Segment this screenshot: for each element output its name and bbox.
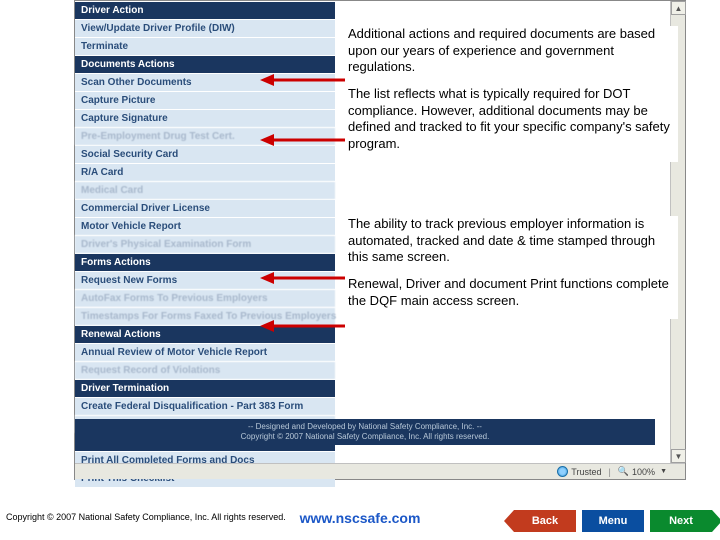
page-url: www.nscsafe.com — [300, 510, 421, 526]
menu-item[interactable]: Medical Card — [75, 181, 335, 199]
status-trusted: Trusted — [571, 467, 601, 477]
callout-box-2: The ability to track previous employer i… — [348, 216, 678, 319]
menu-item[interactable]: Motor Vehicle Report — [75, 217, 335, 235]
callout-p1: Additional actions and required document… — [348, 26, 674, 76]
back-label: Back — [532, 515, 558, 527]
callout-p4: Renewal, Driver and document Print funct… — [348, 276, 674, 309]
menu-header: Driver Termination — [75, 379, 335, 397]
menu-item[interactable]: Annual Review of Motor Vehicle Report — [75, 343, 335, 361]
back-button[interactable]: Back — [514, 510, 576, 532]
page-copyright: Copyright © 2007 National Safety Complia… — [6, 512, 286, 522]
menu-label: Menu — [599, 515, 628, 527]
globe-icon — [557, 466, 568, 477]
callout-p2: The list reflects what is typically requ… — [348, 86, 674, 153]
menu-item[interactable]: Request Record of Violations — [75, 361, 335, 379]
menu-header: Driver Action — [75, 1, 335, 19]
menu-item[interactable]: Driver's Physical Examination Form — [75, 235, 335, 253]
menu-header: Documents Actions — [75, 55, 335, 73]
menu-item[interactable]: Create Federal Disqualification - Part 3… — [75, 397, 335, 415]
status-bar: Trusted | 🔍 100% ▼ — [75, 463, 685, 479]
footer-line-2: Copyright © 2007 National Safety Complia… — [75, 432, 655, 442]
callout-box-1: Additional actions and required document… — [348, 26, 678, 162]
menu-item[interactable]: AutoFax Forms To Previous Employers — [75, 289, 335, 307]
app-footer-credit: -- Designed and Developed by National Sa… — [75, 419, 655, 445]
footer-line-1: -- Designed and Developed by National Sa… — [75, 422, 655, 432]
scroll-up-icon[interactable]: ▲ — [671, 1, 686, 15]
status-zoom-group: Trusted | 🔍 100% ▼ — [557, 466, 667, 477]
status-separator: | — [608, 467, 610, 477]
menu-header: Forms Actions — [75, 253, 335, 271]
menu-item[interactable]: Terminate — [75, 37, 335, 55]
menu-item[interactable]: Social Security Card — [75, 145, 335, 163]
chevron-down-icon[interactable]: ▼ — [660, 468, 667, 475]
menu-item[interactable]: Scan Other Documents — [75, 73, 335, 91]
next-button[interactable]: Next — [650, 510, 712, 532]
menu-item[interactable]: Commercial Driver License — [75, 199, 335, 217]
action-menu: Driver ActionView/Update Driver Profile … — [75, 1, 335, 487]
menu-item[interactable]: Pre-Employment Drug Test Cert. — [75, 127, 335, 145]
menu-item[interactable]: Timestamps For Forms Faxed To Previous E… — [75, 307, 335, 325]
scroll-down-icon[interactable]: ▼ — [671, 449, 686, 463]
next-label: Next — [669, 515, 693, 527]
menu-item[interactable]: R/A Card — [75, 163, 335, 181]
status-zoom-level: 100% — [632, 467, 655, 477]
menu-item[interactable]: Capture Signature — [75, 109, 335, 127]
menu-item[interactable]: Request New Forms — [75, 271, 335, 289]
zoom-icon: 🔍 — [618, 466, 629, 477]
menu-item[interactable]: Capture Picture — [75, 91, 335, 109]
callout-p3: The ability to track previous employer i… — [348, 216, 674, 266]
menu-button[interactable]: Menu — [582, 510, 644, 532]
nav-button-group: Back Menu Next — [514, 510, 712, 532]
menu-header: Renewal Actions — [75, 325, 335, 343]
menu-item[interactable]: View/Update Driver Profile (DIW) — [75, 19, 335, 37]
